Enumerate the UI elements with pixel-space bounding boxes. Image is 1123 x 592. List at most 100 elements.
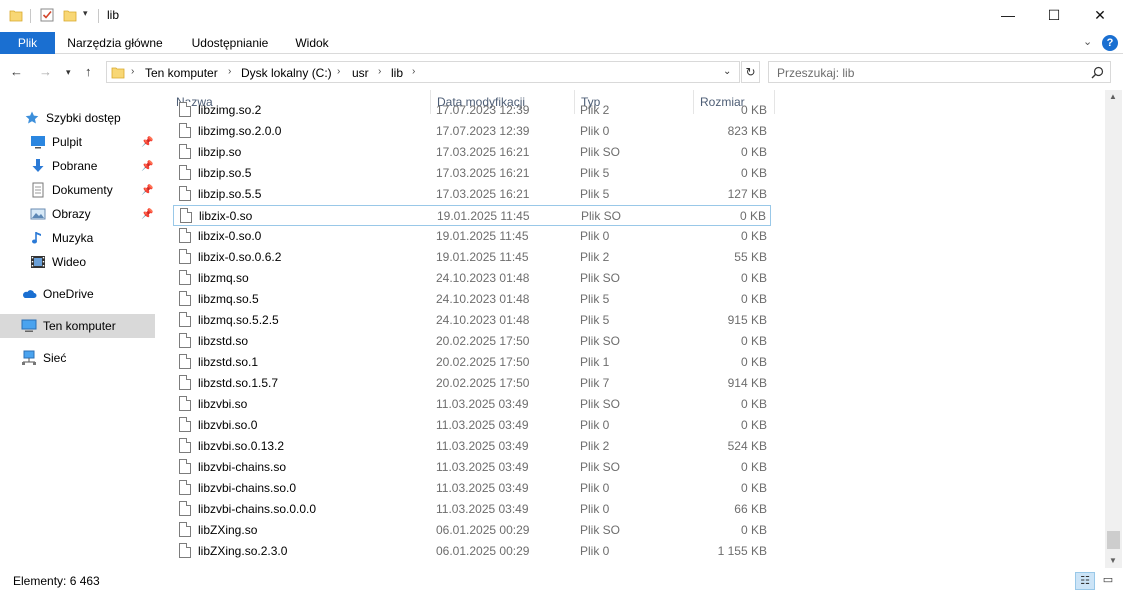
sidebar-item-desktop[interactable]: Pulpit 📌	[0, 130, 155, 154]
status-bar: Elementy: 6 463 ☷ ▭	[0, 568, 1123, 592]
table-row[interactable]: libzimg.so.2 17.07.2023 12:39 Plik 2 0 KB	[173, 100, 771, 121]
file-date: 19.01.2025 11:45	[436, 229, 529, 243]
tab-view[interactable]: Widok	[287, 32, 337, 54]
breadcrumb-chevron-icon[interactable]: ›	[131, 66, 134, 77]
table-row[interactable]: libzvbi.so.0 11.03.2025 03:49 Plik 0 0 KB	[173, 415, 771, 436]
forward-arrow-icon[interactable]: →	[39, 64, 52, 79]
title-bar: ▾ lib — ☐ ✕	[0, 0, 1123, 32]
file-size: 0 KB	[740, 103, 767, 117]
file-name: libzvbi.so.0.13.2	[198, 439, 285, 453]
close-button[interactable]: ✕	[1077, 0, 1123, 30]
file-size: 524 KB	[727, 439, 767, 453]
table-row[interactable]: libzvbi-chains.so.0 11.03.2025 03:49 Plik …	[173, 478, 771, 499]
file-icon	[179, 459, 191, 474]
table-row[interactable]: libzix-0.so 19.01.2025 11:45 Plik SO 0 KB	[173, 205, 771, 226]
refresh-icon[interactable]: ↻	[741, 61, 760, 83]
table-row[interactable]: libzmq.so 24.10.2023 01:48 Plik SO 0 KB	[173, 268, 771, 289]
vertical-scrollbar[interactable]: ▲ ▼	[1105, 90, 1122, 568]
file-name: libzimg.so.2.0.0	[198, 124, 282, 138]
recent-locations-icon[interactable]: ▾	[66, 67, 71, 78]
sidebar-item-music[interactable]: Muzyka	[0, 226, 155, 250]
help-icon[interactable]: ?	[1102, 35, 1118, 51]
table-row[interactable]: libzix-0.so.0.6.2 19.01.2025 11:45 Plik 2 5…	[173, 247, 771, 268]
large-icons-view-icon[interactable]: ▭	[1098, 572, 1118, 590]
file-date: 11.03.2025 03:49	[436, 397, 529, 411]
sidebar-item-pictures[interactable]: Obrazy 📌	[0, 202, 155, 226]
search-icon[interactable]	[1091, 66, 1104, 79]
customize-quick-access-icon[interactable]: ▾	[83, 8, 88, 19]
tab-file[interactable]: Plik	[0, 32, 55, 54]
file-icon	[179, 375, 191, 390]
breadcrumb-local-disk[interactable]: Dysk lokalny (C:)	[241, 66, 332, 80]
table-row[interactable]: libzvbi-chains.so 11.03.2025 03:49 Plik SO…	[173, 457, 771, 478]
file-name: libzix-0.so.0.6.2	[198, 250, 282, 264]
search-input[interactable]: Przeszukaj: lib	[777, 66, 854, 80]
table-row[interactable]: libzip.so.5 17.03.2025 16:21 Plik 5 0 KB	[173, 163, 771, 184]
sidebar-item-downloads[interactable]: Pobrane 📌	[0, 154, 155, 178]
table-row[interactable]: libzmq.so.5.2.5 24.10.2023 01:48 Plik 5 915…	[173, 310, 771, 331]
address-bar[interactable]: › Ten komputer › Dysk lokalny (C:) › usr…	[106, 61, 740, 83]
table-row[interactable]: libzvbi-chains.so.0.0.0 11.03.2025 03:49 P…	[173, 499, 771, 520]
scroll-thumb[interactable]	[1107, 531, 1120, 549]
new-folder-icon[interactable]	[63, 8, 77, 22]
table-row[interactable]: libzstd.so 20.02.2025 17:50 Plik SO 0 KB	[173, 331, 771, 352]
table-row[interactable]: libZXing.so.2.3.0 06.01.2025 00:29 Plik 0 1…	[173, 541, 771, 562]
table-row[interactable]: libzip.so 17.03.2025 16:21 Plik SO 0 KB	[173, 142, 771, 163]
table-row[interactable]: libzix-0.so.0 19.01.2025 11:45 Plik 0 0 KB	[173, 226, 771, 247]
file-type: Plik 0	[580, 229, 610, 243]
back-arrow-icon[interactable]: ←	[10, 64, 23, 79]
file-icon	[179, 480, 191, 495]
file-icon	[179, 438, 191, 453]
file-icon	[179, 291, 191, 306]
file-icon	[180, 208, 192, 223]
search-box[interactable]: Przeszukaj: lib	[768, 61, 1111, 83]
sidebar-item-onedrive[interactable]: OneDrive	[0, 282, 155, 306]
sidebar-item-network[interactable]: Sieć	[0, 346, 155, 370]
breadcrumb-chevron-icon[interactable]: ›	[337, 66, 340, 77]
table-row[interactable]: libzstd.so.1 20.02.2025 17:50 Plik 1 0 KB	[173, 352, 771, 373]
file-size: 0 KB	[740, 523, 767, 537]
minimize-button[interactable]: —	[985, 0, 1031, 30]
sidebar-item-this-pc[interactable]: Ten komputer	[0, 314, 155, 338]
file-date: 19.01.2025 11:45	[437, 209, 530, 223]
breadcrumb-chevron-icon[interactable]: ›	[412, 66, 415, 77]
breadcrumb-chevron-icon[interactable]: ›	[228, 66, 231, 77]
sidebar-item-documents[interactable]: Dokumenty 📌	[0, 178, 155, 202]
table-row[interactable]: libzvbi.so 11.03.2025 03:49 Plik SO 0 KB	[173, 394, 771, 415]
sidebar-item-videos[interactable]: Wideo	[0, 250, 155, 274]
table-row[interactable]: libzmq.so.5 24.10.2023 01:48 Plik 5 0 KB	[173, 289, 771, 310]
title-separator	[98, 9, 99, 23]
folder-icon[interactable]	[9, 8, 23, 22]
maximize-button[interactable]: ☐	[1031, 0, 1077, 30]
breadcrumb-usr[interactable]: usr	[352, 66, 369, 80]
table-row[interactable]: libzvbi.so.0.13.2 11.03.2025 03:49 Plik 2 5…	[173, 436, 771, 457]
scroll-up-icon[interactable]: ▲	[1109, 92, 1117, 101]
breadcrumb-lib[interactable]: lib	[391, 66, 403, 80]
column-divider[interactable]	[774, 90, 775, 114]
file-type: Plik 2	[580, 250, 610, 264]
expand-ribbon-icon[interactable]: ⌄	[1083, 35, 1092, 48]
details-view-icon[interactable]: ☷	[1075, 572, 1095, 590]
file-icon	[179, 165, 191, 180]
tab-share[interactable]: Udostępnianie	[182, 32, 278, 54]
table-row[interactable]: libzip.so.5.5 17.03.2025 16:21 Plik 5 127 K…	[173, 184, 771, 205]
scroll-down-icon[interactable]: ▼	[1109, 556, 1117, 565]
up-arrow-icon[interactable]: ↑	[85, 64, 92, 79]
download-icon	[32, 159, 44, 172]
sidebar-item-label: Pobrane	[52, 159, 98, 173]
file-size: 1 155 KB	[717, 544, 767, 558]
tab-home[interactable]: Narzędzia główne	[62, 32, 168, 54]
file-size: 0 KB	[740, 334, 767, 348]
table-row[interactable]: libZXing.so 06.01.2025 00:29 Plik SO 0 KB	[173, 520, 771, 541]
table-row[interactable]: libzimg.so.2.0.0 17.07.2023 12:39 Plik 0 82…	[173, 121, 771, 142]
file-date: 20.02.2025 17:50	[436, 355, 530, 369]
table-row[interactable]: libzstd.so.1.5.7 20.02.2025 17:50 Plik 7 91…	[173, 373, 771, 394]
breadcrumb-chevron-icon[interactable]: ›	[378, 66, 381, 77]
properties-icon[interactable]	[39, 7, 55, 23]
breadcrumb-this-pc[interactable]: Ten komputer	[145, 66, 218, 80]
sidebar-item-label: Szybki dostęp	[46, 111, 121, 125]
sidebar-item-quick-access[interactable]: Szybki dostęp	[0, 106, 155, 130]
file-date: 17.07.2023 12:39	[436, 103, 530, 117]
file-date: 24.10.2023 01:48	[436, 271, 530, 285]
address-dropdown-icon[interactable]: ⌄	[723, 66, 731, 77]
